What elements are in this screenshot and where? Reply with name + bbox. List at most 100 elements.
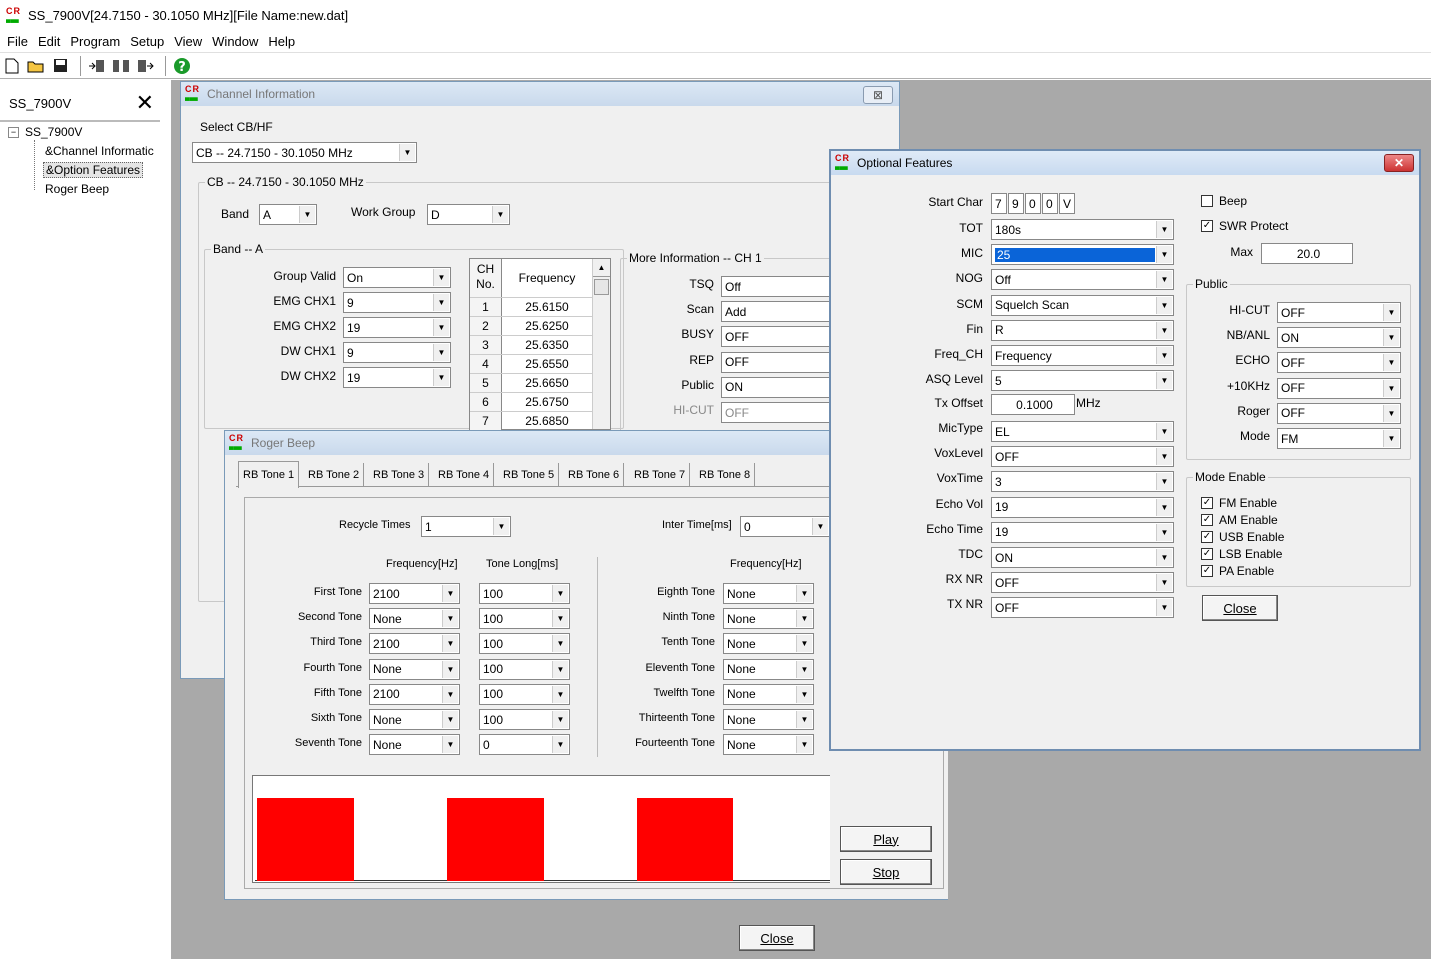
scroll-up-icon[interactable]: ▲ xyxy=(593,259,610,277)
tone-4-frequency-select[interactable]: None ▼ xyxy=(369,658,460,680)
tab-rb-tone-8[interactable]: RB Tone 8 xyxy=(695,463,756,487)
dropdown-arrow-icon[interactable]: ▼ xyxy=(1156,473,1172,491)
tx-offset-input[interactable]: 0.1000 xyxy=(991,394,1075,415)
tab-rb-tone-5[interactable]: RB Tone 5 xyxy=(499,463,560,487)
dropdown-arrow-icon[interactable]: ▼ xyxy=(552,711,568,728)
beep-checkbox[interactable]: Beep xyxy=(1201,194,1247,208)
menu-view[interactable]: View xyxy=(169,34,207,49)
dropdown-arrow-icon[interactable]: ▼ xyxy=(552,736,568,754)
more-tsq-field[interactable]: Off xyxy=(721,276,829,297)
more-hi-cut-field[interactable]: OFF xyxy=(721,402,829,423)
dropdown-arrow-icon[interactable]: ▼ xyxy=(796,585,812,602)
public-mode-select[interactable]: FM ▼ xyxy=(1277,428,1401,449)
new-file-icon[interactable] xyxy=(2,56,22,76)
tab-rb-tone-6[interactable]: RB Tone 6 xyxy=(564,463,625,487)
menu-help[interactable]: Help xyxy=(263,34,300,49)
dw-chx1-select[interactable]: 9 ▼ xyxy=(343,342,451,363)
tone-1-long-select[interactable]: 100 ▼ xyxy=(479,583,570,604)
nog-select[interactable]: Off ▼ xyxy=(991,269,1174,291)
dropdown-arrow-icon[interactable]: ▼ xyxy=(1156,448,1172,466)
freq-ch-select[interactable]: Frequency ▼ xyxy=(991,345,1174,366)
mic-select[interactable]: 25 ▼ xyxy=(991,244,1174,266)
save-icon[interactable] xyxy=(50,56,70,76)
public-hi-cut-select[interactable]: OFF ▼ xyxy=(1277,302,1401,323)
dropdown-arrow-icon[interactable]: ▼ xyxy=(796,736,812,754)
max-input[interactable]: 20.0 xyxy=(1261,243,1353,264)
dropdown-arrow-icon[interactable]: ▼ xyxy=(442,610,458,628)
scm-select[interactable]: Squelch Scan ▼ xyxy=(991,294,1174,316)
table-row[interactable]: 7 25.6850 xyxy=(470,411,592,430)
inter-time-select[interactable]: 0 ▼ xyxy=(740,516,830,537)
fin-select[interactable]: R ▼ xyxy=(991,319,1174,341)
voxlevel-select[interactable]: OFF ▼ xyxy=(991,446,1174,468)
menu-window[interactable]: Window xyxy=(207,34,263,49)
start-char-3-input[interactable]: 0 xyxy=(1025,193,1041,214)
dropdown-arrow-icon[interactable]: ▼ xyxy=(1156,321,1172,339)
tone-8-frequency-select[interactable]: None ▼ xyxy=(723,583,814,604)
tdc-select[interactable]: ON ▼ xyxy=(991,547,1174,568)
tone-4-long-select[interactable]: 100 ▼ xyxy=(479,658,570,680)
help-icon[interactable]: ? xyxy=(172,56,192,76)
asq-level-select[interactable]: 5 ▼ xyxy=(991,370,1174,392)
public--10khz-select[interactable]: OFF ▼ xyxy=(1277,377,1401,399)
tree-item-roger-beep[interactable]: Roger Beep xyxy=(45,182,109,196)
dropdown-arrow-icon[interactable]: ▼ xyxy=(1156,372,1172,390)
more-busy-field[interactable]: OFF xyxy=(721,326,829,348)
dropdown-arrow-icon[interactable]: ▼ xyxy=(1383,404,1399,422)
table-row[interactable]: 6 25.6750 xyxy=(470,392,592,411)
band-select[interactable]: A ▼ xyxy=(259,204,317,225)
tone-1-frequency-select[interactable]: 2100 ▼ xyxy=(369,583,460,604)
tone-3-long-select[interactable]: 100 ▼ xyxy=(479,633,570,655)
tab-rb-tone-4[interactable]: RB Tone 4 xyxy=(434,463,495,487)
dropdown-arrow-icon[interactable]: ▼ xyxy=(552,660,568,678)
emg-chx2-select[interactable]: 19 ▼ xyxy=(343,317,451,338)
channel-close-button[interactable]: Close xyxy=(739,925,815,951)
tone-7-frequency-select[interactable]: None ▼ xyxy=(369,734,460,756)
dropdown-arrow-icon[interactable]: ▼ xyxy=(1156,221,1172,238)
dropdown-arrow-icon[interactable]: ▼ xyxy=(1383,329,1399,347)
dropdown-arrow-icon[interactable]: ▼ xyxy=(1156,498,1172,516)
more-scan-field[interactable]: Add xyxy=(721,301,829,323)
pa-enable-checkbox[interactable]: ✓ PA Enable xyxy=(1201,564,1274,578)
rx-nr-select[interactable]: OFF ▼ xyxy=(991,572,1174,594)
menu-program[interactable]: Program xyxy=(65,34,125,49)
tone-6-long-select[interactable]: 100 ▼ xyxy=(479,709,570,730)
tone-12-frequency-select[interactable]: None ▼ xyxy=(723,683,814,705)
table-row[interactable]: 4 25.6550 xyxy=(470,354,592,373)
close-icon[interactable]: ✕ xyxy=(136,92,154,114)
read-radio-icon[interactable] xyxy=(87,56,107,76)
dropdown-arrow-icon[interactable]: ▼ xyxy=(1156,296,1172,314)
dropdown-arrow-icon[interactable]: ▼ xyxy=(442,711,458,728)
dropdown-arrow-icon[interactable]: ▼ xyxy=(1156,599,1172,617)
channel-table-scrollbar[interactable]: ▲ xyxy=(592,259,610,429)
group-valid-select[interactable]: On ▼ xyxy=(343,267,451,288)
channel-window-close-button[interactable]: ⊠ xyxy=(863,86,893,104)
dropdown-arrow-icon[interactable]: ▼ xyxy=(552,585,568,602)
table-row[interactable]: 5 25.6650 xyxy=(470,373,592,392)
dropdown-arrow-icon[interactable]: ▼ xyxy=(442,585,458,602)
tone-5-frequency-select[interactable]: 2100 ▼ xyxy=(369,683,460,705)
menu-setup[interactable]: Setup xyxy=(125,34,169,49)
start-char-1-input[interactable]: 7 xyxy=(991,193,1007,214)
write-radio-icon[interactable] xyxy=(135,56,155,76)
tone-7-long-select[interactable]: 0 ▼ xyxy=(479,734,570,756)
tone-6-frequency-select[interactable]: None ▼ xyxy=(369,709,460,730)
dropdown-arrow-icon[interactable]: ▼ xyxy=(1156,347,1172,364)
tab-rb-tone-3[interactable]: RB Tone 3 xyxy=(369,463,430,487)
tx-nr-select[interactable]: OFF ▼ xyxy=(991,597,1174,619)
start-char-4-input[interactable]: 0 xyxy=(1042,193,1058,214)
table-row[interactable]: 3 25.6350 xyxy=(470,335,592,354)
dropdown-arrow-icon[interactable]: ▼ xyxy=(796,660,812,678)
tone-14-frequency-select[interactable]: None ▼ xyxy=(723,734,814,756)
emg-chx1-select[interactable]: 9 ▼ xyxy=(343,292,451,313)
optional-window-close-button[interactable]: ✕ xyxy=(1384,154,1414,172)
tab-rb-tone-7[interactable]: RB Tone 7 xyxy=(630,463,691,487)
dropdown-arrow-icon[interactable]: ▼ xyxy=(442,736,458,754)
dropdown-arrow-icon[interactable]: ▼ xyxy=(1383,430,1399,447)
dropdown-arrow-icon[interactable]: ▼ xyxy=(1383,304,1399,321)
menu-edit[interactable]: Edit xyxy=(33,34,65,49)
am-enable-checkbox[interactable]: ✓ AM Enable xyxy=(1201,513,1278,527)
tone-2-long-select[interactable]: 100 ▼ xyxy=(479,608,570,630)
echo-time-select[interactable]: 19 ▼ xyxy=(991,521,1174,543)
tot-select[interactable]: 180s ▼ xyxy=(991,219,1174,240)
